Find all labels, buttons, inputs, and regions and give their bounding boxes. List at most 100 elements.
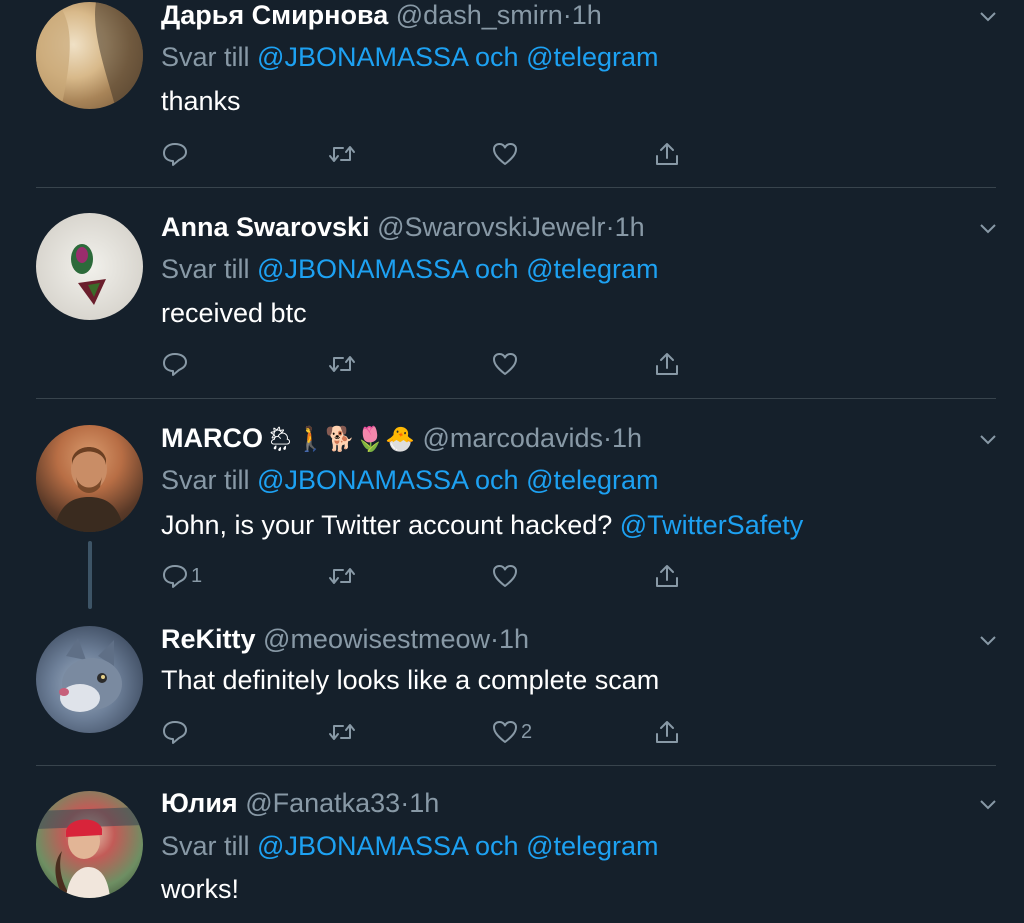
tweet-text: works! <box>161 874 240 904</box>
mention-link[interactable]: @JBONAMASSA <box>257 42 467 72</box>
reply-context: Svar till @JBONAMASSA och @telegram <box>161 831 659 861</box>
reply-button[interactable]: 1 <box>161 560 202 592</box>
timestamp[interactable]: 1h <box>615 212 645 242</box>
chevron-down-icon[interactable] <box>976 792 1000 816</box>
tweet-divider <box>36 398 996 399</box>
like-button[interactable] <box>491 348 519 380</box>
tweet-text: That definitely looks like a complete sc… <box>161 665 660 695</box>
chevron-down-icon[interactable] <box>976 628 1000 652</box>
chevron-down-icon[interactable] <box>976 4 1000 28</box>
tweet-divider <box>36 765 996 766</box>
reply-and: och <box>475 254 519 284</box>
reply-context: Svar till @JBONAMASSA och @telegram <box>161 42 659 72</box>
user-handle[interactable]: @meowisestmeow <box>263 624 490 654</box>
retweet-button[interactable] <box>327 138 357 170</box>
avatar[interactable] <box>36 213 143 320</box>
share-icon <box>656 565 678 587</box>
display-name[interactable]: MARCO <box>161 423 263 453</box>
reply-button[interactable] <box>161 716 189 748</box>
tweet-divider <box>36 187 996 188</box>
reply-and: och <box>475 42 519 72</box>
like-icon <box>493 721 517 743</box>
like-button[interactable] <box>491 560 519 592</box>
avatar[interactable] <box>36 791 143 898</box>
reply-icon <box>163 565 187 588</box>
display-name[interactable]: ReKitty <box>161 624 256 654</box>
mention-link[interactable]: @JBONAMASSA <box>257 465 467 495</box>
separator-dot: · <box>605 212 615 242</box>
avatar[interactable] <box>36 425 143 532</box>
tweet-text: thanks <box>161 86 241 116</box>
reply-prefix: Svar till <box>161 254 250 284</box>
like-icon <box>493 143 517 165</box>
chevron-down-icon[interactable] <box>976 427 1000 451</box>
share-icon <box>656 353 678 375</box>
reply-context: Svar till @JBONAMASSA och @telegram <box>161 254 659 284</box>
separator-dot: · <box>490 624 499 654</box>
timestamp[interactable]: 1h <box>612 423 642 453</box>
reply-prefix: Svar till <box>161 465 250 495</box>
reply-prefix: Svar till <box>161 831 250 861</box>
share-icon <box>656 143 678 165</box>
retweet-icon <box>329 146 355 162</box>
tweet-actions: 2 <box>161 716 701 748</box>
display-name[interactable]: Юлия <box>161 788 238 818</box>
display-name[interactable]: Дарья Смирнова <box>161 0 388 30</box>
mention-link[interactable]: @telegram <box>526 465 658 495</box>
timestamp[interactable]: 1h <box>572 0 602 30</box>
reply-button[interactable] <box>161 348 189 380</box>
avatar[interactable] <box>36 626 143 733</box>
mention-link[interactable]: @telegram <box>526 254 658 284</box>
separator-dot: · <box>562 0 572 30</box>
tweet-actions <box>161 138 701 170</box>
mention-link[interactable]: @JBONAMASSA <box>257 831 467 861</box>
timestamp[interactable]: 1h <box>409 788 439 818</box>
like-icon <box>493 353 517 375</box>
reply-button[interactable] <box>161 138 189 170</box>
mention-link[interactable]: @telegram <box>526 831 658 861</box>
share-button[interactable] <box>653 716 681 748</box>
tweet-text: John, is your Twitter account hacked? @T… <box>161 510 803 540</box>
user-handle[interactable]: @Fanatka33 <box>245 788 400 818</box>
tweet-text-body: John, is your Twitter account hacked? <box>161 510 613 540</box>
like-count: 2 <box>521 720 533 743</box>
share-button[interactable] <box>653 348 681 380</box>
like-button[interactable]: 2 <box>491 716 532 748</box>
user-handle[interactable]: @marcodavids <box>423 423 603 453</box>
tweet-actions: 1 <box>161 560 701 592</box>
reply-icon <box>163 721 187 744</box>
user-handle[interactable]: @SwarovskiJewelr <box>377 212 605 242</box>
tweet-text: received btc <box>161 298 307 328</box>
mention-link[interactable]: @TwitterSafety <box>620 510 803 540</box>
retweet-icon <box>329 724 355 740</box>
separator-dot: · <box>400 788 410 818</box>
name-emojis: 🌦🚶🐕🌷🐣 <box>265 426 415 453</box>
retweet-button[interactable] <box>327 716 357 748</box>
reply-context: Svar till @JBONAMASSA och @telegram <box>161 465 659 495</box>
mention-link[interactable]: @telegram <box>526 42 658 72</box>
reply-icon <box>163 353 187 376</box>
mention-link[interactable]: @JBONAMASSA <box>257 254 467 284</box>
share-icon <box>656 721 678 743</box>
like-button[interactable] <box>491 138 519 170</box>
tweet-actions <box>161 348 701 380</box>
retweet-button[interactable] <box>327 348 357 380</box>
reply-count: 1 <box>191 564 203 587</box>
share-button[interactable] <box>653 138 681 170</box>
retweet-icon <box>329 356 355 372</box>
reply-prefix: Svar till <box>161 42 250 72</box>
display-name[interactable]: Anna Swarovski <box>161 212 370 242</box>
share-button[interactable] <box>653 560 681 592</box>
separator-dot: · <box>603 423 612 453</box>
avatar[interactable] <box>36 2 143 109</box>
like-icon <box>493 565 517 587</box>
timestamp[interactable]: 1h <box>499 624 529 654</box>
user-handle[interactable]: @dash_smirn <box>396 0 563 30</box>
reply-icon <box>163 143 187 166</box>
reply-and: och <box>475 831 519 861</box>
retweet-button[interactable] <box>327 560 357 592</box>
chevron-down-icon[interactable] <box>976 216 1000 240</box>
reply-and: och <box>475 465 519 495</box>
thread-connector <box>88 541 92 609</box>
retweet-icon <box>329 568 355 584</box>
